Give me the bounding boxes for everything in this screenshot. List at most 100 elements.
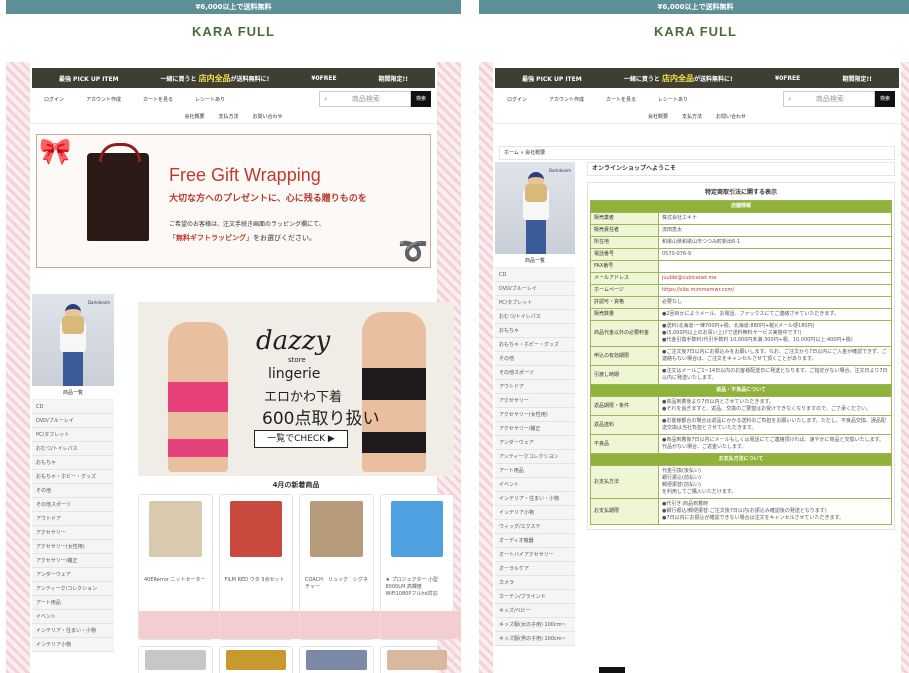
sidebar-category-item[interactable]: PC/タブレット bbox=[495, 296, 575, 310]
breadcrumb[interactable]: ホーム » 会社概要 bbox=[499, 146, 895, 160]
sidebar-category-item[interactable]: その他 bbox=[32, 484, 114, 498]
sidebar-category-item[interactable]: アクセサリー bbox=[495, 394, 575, 408]
back-to-top-button[interactable] bbox=[599, 667, 625, 673]
subnav-contact[interactable]: お問い合わせ bbox=[253, 113, 283, 120]
product-card[interactable]: FILM RED ウタ 3点セット11,500円（税込）7,451円（税込） bbox=[218, 494, 461, 640]
sidebar-category-item[interactable]: アウトドア bbox=[495, 380, 575, 394]
table-row: 所在地 和歌山県和歌山市つつみ町新出6-1 bbox=[590, 236, 892, 249]
check-button[interactable]: 一覧でCHECK ▶ bbox=[254, 430, 348, 448]
sidebar-category-item[interactable]: イベント bbox=[495, 478, 575, 492]
sidebar-category-item[interactable]: おもちゃ bbox=[495, 324, 575, 338]
sidebar-category-item[interactable]: その他スポーツ bbox=[32, 498, 114, 512]
sidebar-category-item[interactable]: カーテン/ブラインド bbox=[495, 590, 575, 604]
site-logo[interactable]: KARA FULL bbox=[479, 14, 909, 50]
sale-price: 13,450円（税込） bbox=[381, 626, 462, 633]
search-button[interactable]: 検索 bbox=[411, 91, 431, 107]
table-row: FAX番号 bbox=[590, 260, 892, 273]
sidebar-category-item[interactable]: アウトドア bbox=[32, 512, 114, 526]
sidebar-category-item[interactable]: インテリア・住まい・小物 bbox=[32, 624, 114, 638]
sidebar-category-item[interactable]: オートバイアクセサリー bbox=[495, 548, 575, 562]
site-logo[interactable]: KARA FULL bbox=[6, 14, 461, 50]
product-image bbox=[306, 650, 367, 670]
sidebar-category-item[interactable]: オーラルケア bbox=[495, 562, 575, 576]
sidebar-category-item[interactable]: キッズ服(女の子用) 100cm~ bbox=[495, 618, 575, 632]
nav-login[interactable]: ログイン bbox=[507, 96, 527, 103]
sidebar-category-item[interactable]: DVD/ブルーレイ bbox=[495, 282, 575, 296]
product-image bbox=[229, 501, 282, 557]
row-label: 販売責任者 bbox=[590, 224, 659, 237]
sidebar-category-item[interactable]: おもちゃ bbox=[32, 456, 114, 470]
sidebar-category-item[interactable]: ウィッグ/エクステ bbox=[495, 520, 575, 534]
sidebar-category-item[interactable]: インテリア・住まい・小物 bbox=[495, 492, 575, 506]
nav-create-account[interactable]: アカウント作成 bbox=[549, 96, 584, 103]
nav-cart[interactable]: カートを見る bbox=[143, 96, 173, 103]
sidebar-category-item[interactable]: アンダーウェア bbox=[32, 568, 114, 582]
nav-create-account[interactable]: アカウント作成 bbox=[86, 96, 121, 103]
sidebar-category-item[interactable]: その他スポーツ bbox=[495, 366, 575, 380]
product-card[interactable]: COACH リュック シグネチャー12,500円（税込）9,100円（税込） bbox=[299, 494, 461, 640]
subnav-company[interactable]: 会社概要 bbox=[648, 113, 668, 120]
promo-banner[interactable]: 最強 PICK UP ITEM 一緒に買うと 店内全品が送料無料に! ¥0FRE… bbox=[495, 68, 899, 88]
model-banner[interactable]: Darkdenim bbox=[32, 294, 114, 386]
sidebar-category-item[interactable]: アクセサリー(女性用) bbox=[32, 540, 114, 554]
nav-cart[interactable]: カートを見る bbox=[606, 96, 636, 103]
sidebar-category-item[interactable]: アンダーウェア bbox=[495, 436, 575, 450]
subnav-company[interactable]: 会社概要 bbox=[184, 113, 204, 120]
sidebar-category-item[interactable]: アート用品 bbox=[495, 464, 575, 478]
left-sidebar: Darkdenim 商品一覧 CD DVD/ブルーレイ PC/タブレット おむつ/トイ… bbox=[495, 162, 575, 646]
header-nav: ログイン アカウント作成 カートを見る レシートあり ⌕ 商品検索 検索 bbox=[493, 88, 901, 110]
sidebar-category-item[interactable]: おもちゃ・ホビー・グッズ bbox=[495, 338, 575, 352]
sidebar-category-item[interactable]: おむつ/トイレパス bbox=[495, 310, 575, 324]
sidebar-caption[interactable]: 商品一覧 bbox=[32, 386, 114, 400]
sidebar-category-item[interactable]: アンティーク/コレクション bbox=[32, 582, 114, 596]
sidebar-category-item[interactable]: アクセサリー(女性用) bbox=[495, 408, 575, 422]
product-card[interactable] bbox=[218, 646, 293, 673]
sidebar-category-item[interactable]: キッズ服(男の子用) 100cm~ bbox=[495, 632, 575, 646]
lingerie-l1: lingerie bbox=[268, 366, 321, 382]
gift-wrapping-banner[interactable]: 🎀 Free Gift Wrapping 大切な方へのプレゼントに、心に残る贈り… bbox=[36, 134, 431, 268]
sidebar-category-item[interactable]: アンティークコレクシヨン bbox=[495, 450, 575, 464]
lingerie-banner[interactable]: dazzy store lingerie エロかわ下着 600点取り扱い 一覧で… bbox=[138, 302, 454, 476]
product-name[interactable]: FILM RED ウタ 3点セット bbox=[225, 577, 289, 584]
sidebar-category-item[interactable]: キッズ/ベビー bbox=[495, 604, 575, 618]
sidebar-caption[interactable]: 商品一覧 bbox=[495, 254, 575, 268]
subnav-payment[interactable]: 支払方法 bbox=[682, 113, 702, 120]
sidebar-category-item[interactable]: アクセサリー/補正 bbox=[495, 422, 575, 436]
sidebar-category-item[interactable]: アート用品 bbox=[32, 596, 114, 610]
sidebar-category-item[interactable]: アクセサリー/補正 bbox=[32, 554, 114, 568]
sidebar-category-item[interactable]: PC/タブレット bbox=[32, 428, 114, 442]
product-card[interactable] bbox=[299, 646, 374, 673]
sidebar-category-item[interactable]: DVD/ブルーレイ bbox=[32, 414, 114, 428]
sidebar-category-item[interactable]: インテリア小物 bbox=[32, 638, 114, 652]
search-input[interactable]: ⌕ 商品検索 bbox=[319, 91, 411, 107]
product-card[interactable] bbox=[379, 646, 454, 673]
subnav-payment[interactable]: 支払方法 bbox=[218, 113, 238, 120]
brand-label: Darkdenim bbox=[87, 300, 110, 305]
product-name[interactable]: COACH リュック シグネチャー bbox=[305, 577, 369, 591]
nav-receipt[interactable]: レシートあり bbox=[195, 96, 225, 103]
sidebar-category-item[interactable]: アクセサリー bbox=[32, 526, 114, 540]
sidebar-category-item[interactable]: おむつ/トイレパス bbox=[32, 442, 114, 456]
product-name[interactable]: ★ プロジェクター 小型 8000LM 高輝度 WiFi1080Pフルhd対応 bbox=[386, 577, 450, 598]
product-card[interactable]: ★ プロジェクター 小型 8000LM 高輝度 WiFi1080Pフルhd対応 2… bbox=[379, 494, 461, 640]
sidebar-category-item[interactable]: CD bbox=[495, 268, 575, 282]
model-banner[interactable]: Darkdenim bbox=[495, 162, 575, 254]
sidebar-category-item[interactable]: カメラ bbox=[495, 576, 575, 590]
search-input[interactable]: ⌕ 商品検索 bbox=[783, 91, 875, 107]
product-name[interactable]: 40ERerror ニットセーター bbox=[144, 577, 208, 584]
nav-login[interactable]: ログイン bbox=[44, 96, 64, 103]
product-card[interactable] bbox=[138, 646, 213, 673]
sidebar-category-item[interactable]: オーディオ機器 bbox=[495, 534, 575, 548]
row-label: お支払方法 bbox=[590, 465, 659, 499]
subnav-contact[interactable]: お問い合わせ bbox=[716, 113, 746, 120]
sidebar-category-item[interactable]: インテリア小物 bbox=[495, 506, 575, 520]
promo-banner[interactable]: 最強 PICK UP ITEM 一緒に買うと 店内全品が送料無料に! ¥0FRE… bbox=[32, 68, 435, 88]
row-label: 不良品 bbox=[590, 434, 659, 454]
product-card[interactable]: 40ERerror ニットセーター23,900円（税込）15,080円（税込） bbox=[138, 494, 461, 640]
nav-receipt[interactable]: レシートあり bbox=[658, 96, 688, 103]
sidebar-category-item[interactable]: イベント bbox=[32, 610, 114, 624]
sidebar-category-item[interactable]: その他 bbox=[495, 352, 575, 366]
sidebar-category-item[interactable]: おもちゃ・ホビー・グッズ bbox=[32, 470, 114, 484]
search-button[interactable]: 検索 bbox=[875, 91, 895, 107]
sidebar-category-item[interactable]: CD bbox=[32, 400, 114, 414]
